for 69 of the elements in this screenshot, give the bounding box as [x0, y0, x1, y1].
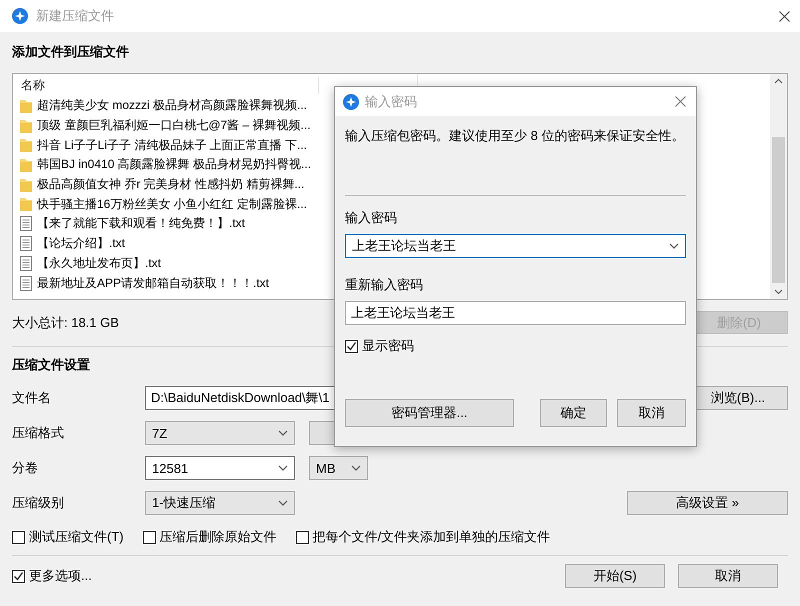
checkbox-label: 更多选项...: [29, 567, 92, 585]
folder-icon: [20, 178, 32, 192]
file-name[interactable]: 极品高颜值女神 乔r 完美身材 性感抖奶 精剪裸舞...: [37, 176, 304, 194]
checkbox[interactable]: [296, 530, 309, 544]
advanced-settings-button[interactable]: 高级设置 »: [627, 491, 788, 515]
format-dropdown[interactable]: 7Z: [145, 421, 295, 445]
total-size: 大小总计: 18.1 GB: [12, 314, 119, 332]
column-header[interactable]: 名称: [13, 76, 319, 94]
field-label: 文件名: [12, 389, 52, 407]
file-name[interactable]: 顶级 童颜巨乳福利姬一口白桃七@7酱 – 裸舞视频...: [37, 117, 311, 134]
checkbox-label: 测试压缩文件(T): [29, 528, 124, 546]
folder-icon: [20, 197, 32, 212]
document-icon: [20, 276, 32, 291]
window-title: 新建压缩文件: [36, 7, 115, 25]
password-manager-button[interactable]: 密码管理器...: [345, 399, 514, 427]
chevron-down-icon[interactable]: [774, 289, 783, 295]
chevron-down-icon: [278, 430, 288, 436]
folder-icon: [20, 138, 32, 152]
document-icon: [20, 236, 32, 252]
cancel-button[interactable]: 取消: [617, 399, 686, 427]
field-label: 输入密码: [345, 209, 398, 225]
password-combobox[interactable]: 上老王论坛当老王: [345, 234, 686, 258]
description-text: 输入压缩包密码。建议使用至少 8 位的密码来保证安全性。: [345, 127, 686, 145]
section-heading: 添加文件到压缩文件: [12, 43, 130, 61]
folder-icon: [20, 98, 32, 113]
file-name[interactable]: 【论坛介绍】.txt: [37, 235, 126, 252]
section-heading: 压缩文件设置: [12, 356, 91, 374]
close-icon[interactable]: [779, 10, 790, 22]
file-name[interactable]: 快手骚主播16万粉丝美女 小鱼小红红 定制露脸裸...: [37, 196, 308, 213]
confirm-password-field[interactable]: 上老王论坛当老王: [345, 301, 686, 325]
checkbox-label: 压缩后删除原始文件: [160, 528, 277, 546]
chevron-down-icon: [278, 500, 288, 506]
field-label: 重新输入密码: [345, 276, 424, 292]
filename-field[interactable]: D:\BaiduNetdiskDownload\舞\1: [145, 386, 334, 410]
scrollbar-thumb[interactable]: [772, 137, 785, 283]
checkbox[interactable]: [12, 530, 25, 544]
unit-dropdown[interactable]: MB: [309, 456, 368, 480]
file-name[interactable]: 韩国BJ in0410 高颜露脸裸舞 极品身材晃奶抖臀视...: [37, 156, 312, 174]
ok-button[interactable]: 确定: [540, 399, 607, 427]
document-icon: [20, 216, 32, 232]
chevron-down-icon: [351, 465, 361, 471]
field-label: 压缩级别: [12, 494, 65, 512]
file-name[interactable]: 最新地址及APP请发邮箱自动获取！！！.txt: [37, 274, 270, 292]
cancel-button[interactable]: 取消: [678, 564, 778, 588]
split-size-combobox[interactable]: 12581: [145, 456, 295, 480]
dialog-title: 输入密码: [365, 92, 418, 110]
checkbox[interactable]: [345, 340, 358, 352]
checkbox[interactable]: [12, 570, 25, 582]
level-dropdown[interactable]: 1-快速压缩: [145, 491, 295, 515]
field-label: 压缩格式: [12, 424, 65, 442]
scrollbar[interactable]: [770, 74, 787, 299]
checkbox-label: 把每个文件/文件夹添加到单独的压缩文件: [312, 528, 550, 546]
chevron-up-icon[interactable]: [774, 78, 783, 84]
file-name[interactable]: 超清纯美少女 mozzzi 极品身材高颜露脸裸舞视频...: [37, 97, 308, 114]
app-icon: [343, 94, 359, 110]
folder-icon: [20, 158, 32, 172]
file-name[interactable]: 抖音 Li子子Li子子 清纯极品妹子 上面正常直播 下...: [37, 136, 308, 154]
chevron-down-icon: [278, 465, 288, 471]
field-label: 分卷: [12, 459, 39, 477]
start-button[interactable]: 开始(S): [565, 564, 665, 588]
app-icon: [12, 8, 28, 24]
checkbox[interactable]: [142, 530, 156, 544]
document-icon: [20, 256, 32, 271]
chevron-down-icon: [669, 243, 679, 249]
file-name[interactable]: 【永久地址发布页】.txt: [37, 254, 162, 272]
file-name[interactable]: 【来了就能下载和观看！纯免费！】.txt: [37, 215, 246, 232]
close-icon[interactable]: [675, 96, 686, 107]
folder-icon: [20, 118, 32, 133]
checkbox-label: 显示密码: [362, 337, 414, 355]
